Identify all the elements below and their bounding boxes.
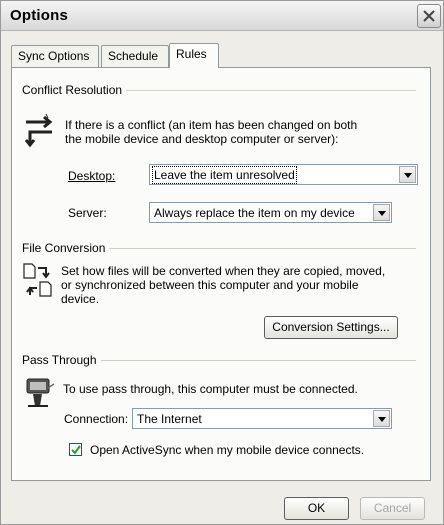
close-icon <box>423 10 435 22</box>
file-conversion-description-line1: Set how files will be converted when the… <box>61 264 386 278</box>
close-button[interactable] <box>417 4 441 28</box>
open-activesync-label[interactable]: Open ActiveSync when my mobile device co… <box>90 443 364 457</box>
pass-through-description: To use pass through, this computer must … <box>63 382 358 396</box>
connection-label: Connection: <box>64 412 129 426</box>
conflict-group-title: Conflict Resolution <box>22 83 127 97</box>
server-select-value: Always replace the item on my device <box>154 206 355 220</box>
checkmark-icon <box>71 445 81 455</box>
tab-schedule[interactable]: Schedule <box>101 45 169 67</box>
conflict-description-line1: If there is a conflict (an item has been… <box>65 118 358 132</box>
server-select[interactable]: Always replace the item on my device <box>149 202 392 223</box>
pass-through-group-title: Pass Through <box>22 353 101 367</box>
desktop-label-text: Desktop: <box>68 169 116 183</box>
desktop-select-value: Leave the item unresolved <box>152 166 297 184</box>
connection-select[interactable]: The Internet <box>132 408 392 429</box>
conflict-group-divider <box>112 90 416 91</box>
desktop-label: Desktop: <box>68 169 115 183</box>
options-dialog: Options Sync Options Schedule Rules Conf… <box>0 0 444 525</box>
file-conversion-group-title: File Conversion <box>22 241 110 255</box>
cancel-button[interactable]: Cancel <box>360 497 425 520</box>
server-label: Server: <box>68 206 107 220</box>
pass-through-group-divider <box>98 360 416 361</box>
file-conversion-icon <box>23 263 52 297</box>
chevron-down-icon[interactable] <box>373 410 390 427</box>
window-title: Options <box>10 7 69 24</box>
chevron-down-icon[interactable] <box>399 166 416 183</box>
conflict-description-line2: the mobile device and desktop computer o… <box>65 132 339 146</box>
open-activesync-checkbox[interactable] <box>69 443 82 456</box>
ok-button[interactable]: OK <box>284 497 349 520</box>
connection-select-value: The Internet <box>137 412 202 426</box>
conversion-settings-button[interactable]: Conversion Settings... <box>264 316 398 339</box>
desktop-select[interactable]: Leave the item unresolved <box>149 164 418 185</box>
rules-panel: Conflict Resolution If there is a confli… <box>11 67 431 481</box>
title-bar[interactable]: Options <box>1 1 443 31</box>
tab-sync-options[interactable]: Sync Options <box>11 45 99 67</box>
file-conversion-description-line3: device. <box>61 292 100 306</box>
file-conversion-group-divider <box>105 248 416 249</box>
conflict-arrows-icon <box>24 113 53 148</box>
device-connection-icon <box>26 378 55 407</box>
chevron-down-icon[interactable] <box>373 204 390 221</box>
tab-rules[interactable]: Rules <box>169 43 219 68</box>
file-conversion-description-line2: or synchronized between this computer an… <box>61 278 359 292</box>
